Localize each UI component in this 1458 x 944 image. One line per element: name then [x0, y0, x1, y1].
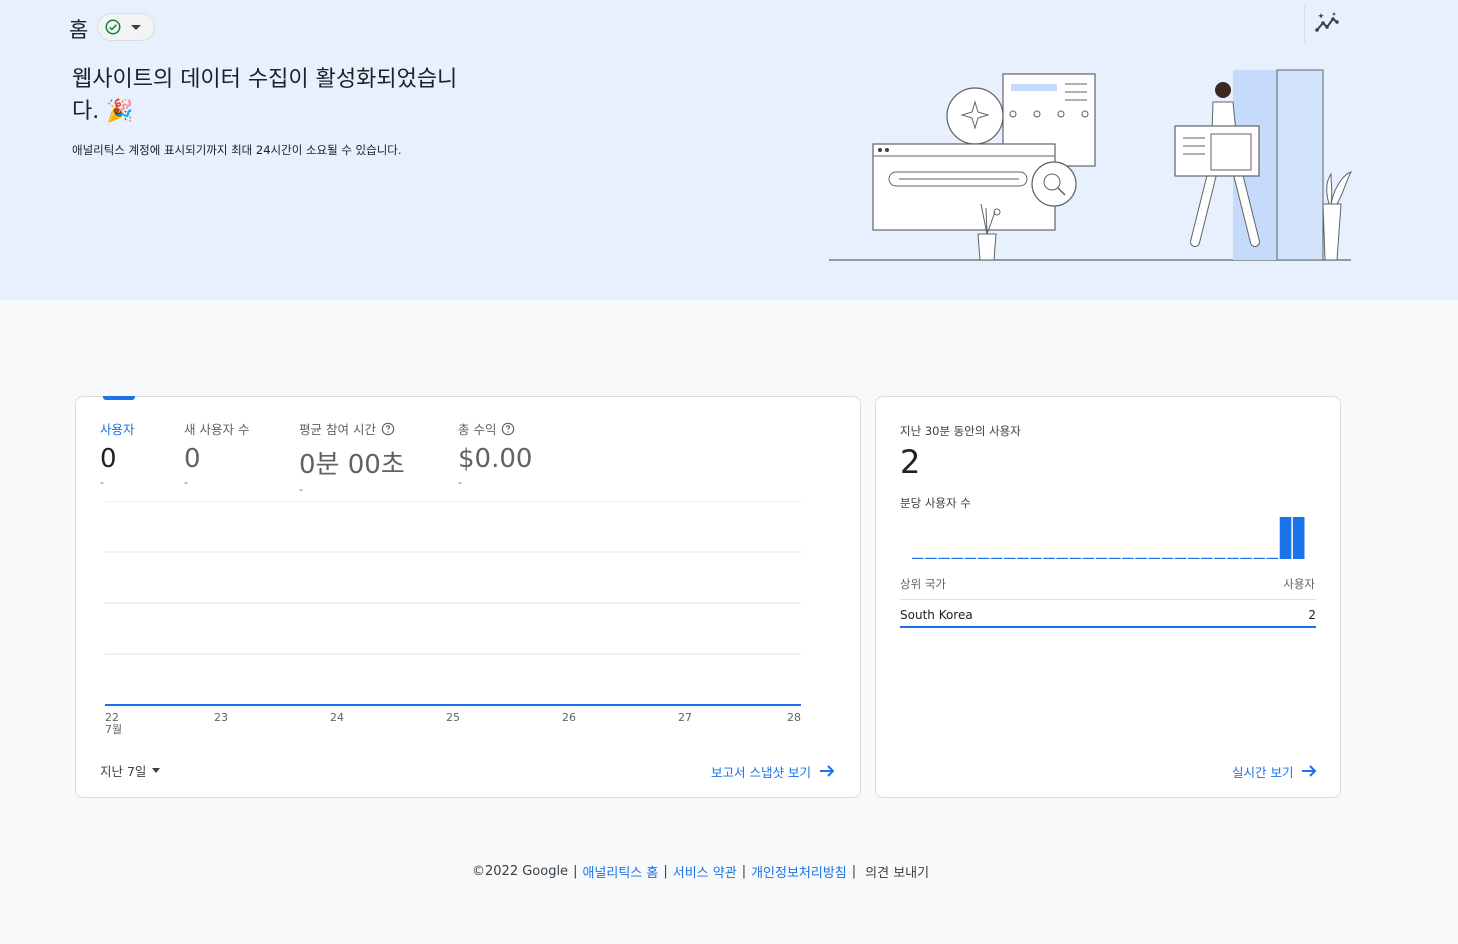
metric-value: 0	[100, 444, 117, 474]
arrow-right-icon	[1302, 765, 1317, 777]
minute-bar[interactable]	[1030, 557, 1042, 559]
copyright: ©2022 Google	[472, 864, 569, 879]
minute-bar[interactable]	[1279, 517, 1292, 559]
minute-bar[interactable]	[1135, 557, 1147, 559]
x-tick-label: 26	[562, 711, 576, 724]
help-icon[interactable]	[381, 422, 395, 436]
date-range-label: 지난 7일	[100, 764, 147, 779]
hero-banner: 홈 웹사이트의 데이터 수집이 활성화되었습니다. 🎉 애널리틱스 계정에 표시…	[0, 0, 1458, 300]
minute-bar[interactable]	[912, 557, 924, 559]
x-month-label: 7월	[105, 723, 122, 736]
metric-value: 0	[184, 444, 201, 474]
hero-heading: 웹사이트의 데이터 수집이 활성화되었습니다. 🎉	[72, 67, 458, 124]
per-minute-label: 분당 사용자 수	[900, 496, 971, 510]
minute-bar[interactable]	[1082, 557, 1095, 559]
x-tick-label: 23	[214, 711, 228, 724]
separator: |	[573, 864, 578, 879]
divider	[1304, 5, 1305, 43]
insights-icon[interactable]	[1313, 9, 1341, 37]
metric-label-row: 평균 참여 시간	[299, 419, 405, 438]
separator: |	[663, 864, 668, 879]
minute-bar[interactable]	[938, 557, 950, 559]
x-tick-label: 25	[446, 711, 460, 724]
view-realtime-link[interactable]: 실시간 보기	[1232, 761, 1319, 781]
minute-bar[interactable]	[1095, 557, 1108, 559]
country-users: 2	[1308, 608, 1316, 622]
minute-bar[interactable]	[1017, 557, 1029, 559]
users-line-chart: 22 23 24 25 26 27 287월	[105, 501, 801, 736]
minute-bar[interactable]	[1109, 557, 1121, 559]
minute-bar[interactable]	[1200, 557, 1213, 559]
minute-bar[interactable]	[1056, 557, 1069, 559]
help-icon[interactable]	[501, 422, 515, 436]
country-name: South Korea	[900, 608, 973, 622]
footer-link-analytics-home[interactable]: 애널리틱스 홈	[582, 862, 658, 881]
minute-bar[interactable]	[925, 557, 937, 559]
metric-label: 총 수익	[458, 422, 497, 437]
top-country-header: 상위 국가	[900, 577, 946, 591]
footer-link-terms[interactable]: 서비스 약관	[673, 862, 737, 881]
x-tick-label: 28	[787, 711, 801, 724]
users-header: 사용자	[1283, 577, 1315, 591]
metric-delta: -	[184, 476, 188, 489]
minute-bar[interactable]	[1292, 517, 1305, 559]
minute-bar[interactable]	[1266, 557, 1279, 559]
footer: ©2022 Google | 애널리틱스 홈 | 서비스 약관 | 개인정보처리…	[472, 862, 929, 881]
metric-new-users[interactable]: 새 사용자 수 0 -	[184, 419, 249, 489]
minute-bar[interactable]	[1003, 557, 1016, 559]
metric-delta: -	[299, 483, 303, 496]
hero-subtitle: 애널리틱스 계정에 표시되기까지 최대 24시간이 소요될 수 있습니다.	[72, 143, 402, 157]
minute-bar[interactable]	[1253, 557, 1266, 559]
metric-label: 사용자	[100, 422, 135, 437]
active-tab-indicator	[103, 396, 135, 400]
minute-bar[interactable]	[1148, 557, 1161, 559]
minute-bar[interactable]	[1174, 557, 1187, 559]
metric-users[interactable]: 사용자 0 -	[100, 419, 135, 489]
page-title: 홈	[69, 18, 89, 42]
minute-bar[interactable]	[964, 557, 977, 559]
minute-bar[interactable]	[977, 557, 990, 559]
date-range-dropdown[interactable]: 지난 7일	[100, 761, 161, 780]
metric-delta: -	[100, 476, 104, 489]
metric-total-revenue[interactable]: 총 수익 $0.00 -	[458, 419, 532, 489]
minute-bar[interactable]	[1227, 557, 1239, 559]
minute-bar[interactable]	[1043, 557, 1055, 559]
country-row[interactable]: South Korea 2	[900, 600, 1316, 628]
view-realtime-label: 실시간 보기	[1232, 764, 1294, 780]
x-tick-label: 24	[330, 711, 344, 724]
separator: |	[851, 864, 857, 879]
x-tick-label: 27	[678, 711, 692, 724]
overview-card: 사용자 0 - 새 사용자 수 0 - 평균 참여 시간 0분 00초 - 총 …	[75, 396, 861, 798]
view-snapshot-link[interactable]: 보고서 스냅샷 보기	[711, 761, 837, 781]
chevron-down-icon	[152, 768, 161, 773]
separator: |	[741, 864, 747, 879]
arrow-right-icon	[819, 765, 835, 777]
feedback-button[interactable]: 의견 보내기	[865, 862, 929, 881]
per-minute-bar-chart	[912, 517, 1305, 559]
minute-bar[interactable]	[1122, 557, 1134, 559]
data-collection-illustration	[829, 69, 1352, 261]
minute-bar[interactable]	[1240, 557, 1252, 559]
realtime-value: 2	[900, 443, 921, 481]
minute-bar[interactable]	[1069, 557, 1082, 559]
footer-link-privacy[interactable]: 개인정보처리방침	[751, 862, 847, 881]
metric-avg-engagement[interactable]: 평균 참여 시간 0분 00초 -	[299, 419, 405, 496]
metric-label: 평균 참여 시간	[299, 422, 376, 437]
metric-value: $0.00	[458, 444, 533, 474]
status-dropdown[interactable]	[97, 13, 155, 41]
chevron-down-icon	[131, 24, 141, 30]
metric-label-row: 총 수익	[458, 419, 532, 438]
minute-bar[interactable]	[990, 557, 1003, 559]
view-snapshot-label: 보고서 스냅샷 보기	[711, 764, 811, 780]
check-circle-icon	[105, 19, 121, 35]
metric-delta: -	[458, 476, 462, 489]
minute-bar[interactable]	[951, 557, 964, 559]
metric-value: 0분 00초	[299, 450, 405, 480]
minute-bar[interactable]	[1214, 557, 1226, 559]
minute-bar[interactable]	[1161, 557, 1174, 559]
realtime-title: 지난 30분 동안의 사용자	[900, 424, 1021, 438]
realtime-card: 지난 30분 동안의 사용자 2 분당 사용자 수 상위 국가 사용자 Sout…	[875, 396, 1341, 798]
minute-bar[interactable]	[1187, 557, 1200, 559]
metric-label: 새 사용자 수	[184, 422, 250, 437]
